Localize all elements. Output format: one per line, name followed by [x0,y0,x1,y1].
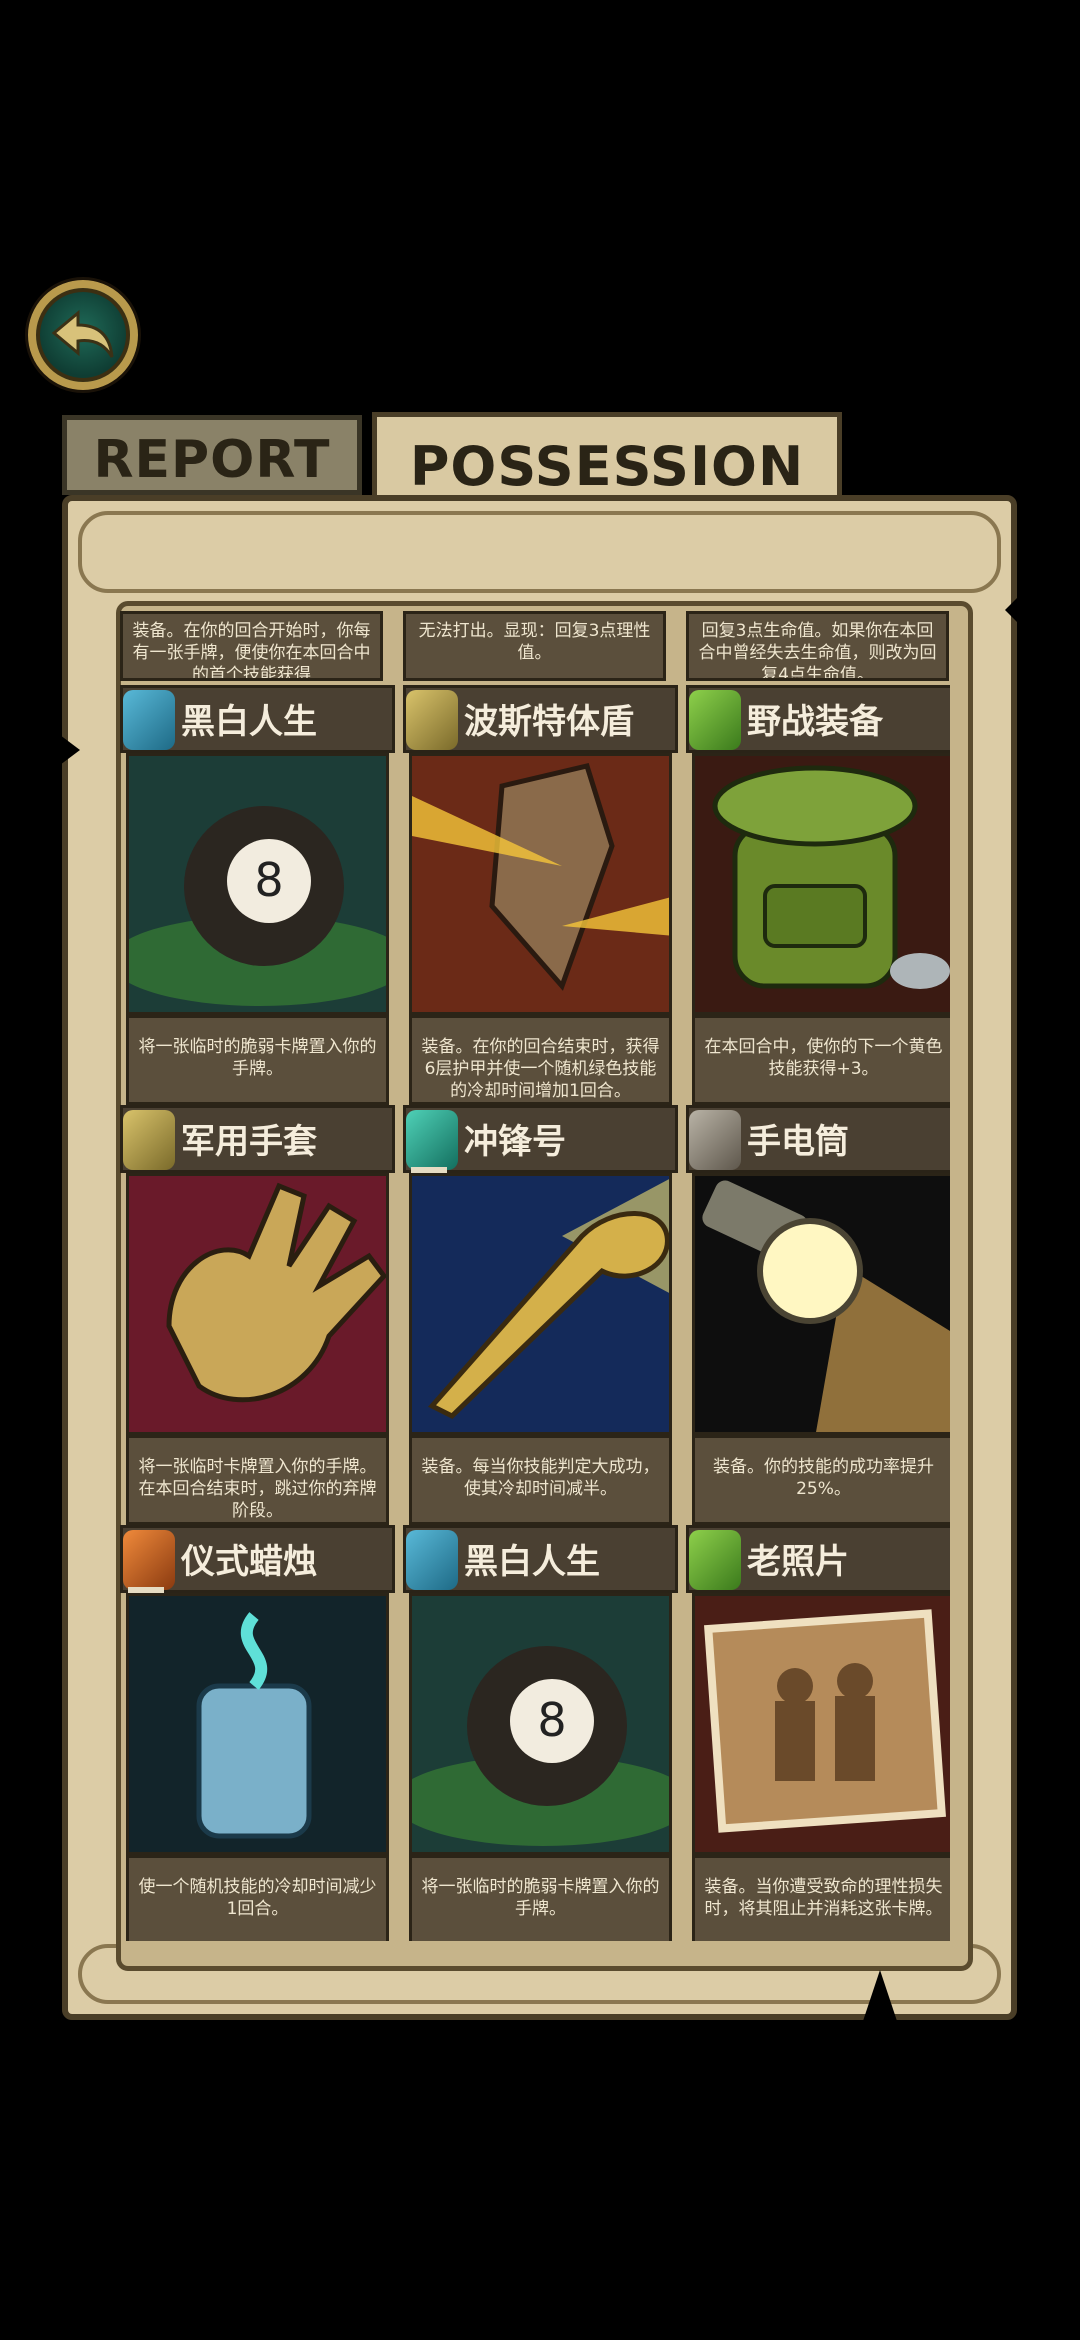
card-art-old-photo [692,1593,950,1855]
flame-icon [123,1530,175,1590]
shield-icon [689,1530,741,1590]
card[interactable]: 黑白人生 8 将一张临时的脆弱卡牌置入你的手牌。 [120,685,395,1105]
card-description: 在本回合中，使你的下一个黄色技能获得+3。 [692,1015,950,1105]
infinity-icon [406,690,458,750]
card[interactable]: 仪式蜡烛 1 使一个随机技能的冷却时间减少1回合。 [120,1525,395,1941]
card-name: 仪式蜡烛 [181,1542,317,1582]
card-description: 装备。在你的回合结束时，获得6层护甲并使一个随机绿色技能的冷却时间增加1回合。 [409,1015,672,1105]
card-description: 将一张临时的脆弱卡牌置入你的手牌。 [409,1855,672,1941]
partial-card-description: 装备。在你的回合开始时，你每有一张手牌，便使你在本回合中的首个技能获得 [120,611,383,681]
possession-panel: 装备。在你的回合开始时，你每有一张手牌，便使你在本回合中的首个技能获得 无法打出… [62,495,1017,2020]
partial-card-description: 回复3点生命值。如果你在本回合中曾经失去生命值，则改为回复4点生命值。 [686,611,949,681]
card-name: 波斯特体盾 [464,702,634,742]
card-art-candle [126,1593,389,1855]
card-name: 手电筒 [747,1122,849,1162]
panel-frame-top [78,511,1001,593]
music-note-icon [406,1110,458,1170]
card[interactable]: 手电筒 装备。你的技能的成功率提升25%。 [686,1105,950,1525]
card-description: 装备。你的技能的成功率提升25%。 [692,1435,950,1525]
card-art-eight-ball: 8 [126,753,389,1015]
card[interactable]: 黑白人生 8 将一张临时的脆弱卡牌置入你的手牌。 [403,1525,678,1941]
card-description: 将一张临时卡牌置入你的手牌。在本回合结束时，跳过你的弃牌阶段。 [126,1435,389,1525]
card-art-shield [409,753,672,1015]
lightning-icon [123,690,175,750]
card-title-bar: 仪式蜡烛 [120,1525,395,1593]
svg-text:8: 8 [537,1693,566,1747]
back-button[interactable] [28,280,138,390]
card-art-eight-ball: 8 [409,1593,672,1855]
partial-card-description: 无法打出。显现：回复3点理性值。 [403,611,666,681]
infinity-icon [123,1110,175,1170]
card-art-backpack [692,753,950,1015]
back-arrow-icon [51,309,114,358]
card-name: 黑白人生 [464,1542,600,1582]
card-title-bar: 野战装备 [686,685,950,753]
card-name: 黑白人生 [181,702,317,742]
card-name: 野战装备 [747,702,883,742]
card-art-flashlight [692,1173,950,1435]
shield-icon [689,690,741,750]
card-title-bar: 军用手套 [120,1105,395,1173]
card-grid[interactable]: 装备。在你的回合开始时，你每有一张手牌，便使你在本回合中的首个技能获得 无法打出… [120,611,950,1941]
card-description: 将一张临时的脆弱卡牌置入你的手牌。 [126,1015,389,1105]
card-title-bar: 手电筒 [686,1105,950,1173]
card[interactable]: 军用手套 将一张临时卡牌置入你的手牌。在本回合结束时，跳过你的弃牌阶段。 [120,1105,395,1525]
card[interactable]: 冲锋号 2 装备。每当你技能判定大成功，使其冷却时间减半。 [403,1105,678,1525]
card-title-bar: 冲锋号 [403,1105,678,1173]
card-description: 装备。每当你技能判定大成功，使其冷却时间减半。 [409,1435,672,1525]
card-description: 装备。当你遭受致命的理性损失时，将其阻止并消耗这张卡牌。 [692,1855,950,1941]
card[interactable]: 波斯特体盾 装备。在你的回合结束时，获得6层护甲并使一个随机绿色技能的冷却时间增… [403,685,678,1105]
card-description: 使一个随机技能的冷却时间减少1回合。 [126,1855,389,1941]
lightning-icon [406,1530,458,1590]
svg-text:8: 8 [254,853,283,907]
card-art-bugle [409,1173,672,1435]
card-name: 冲锋号 [464,1122,566,1162]
tab-report[interactable]: REPORT [62,415,362,495]
card-title-bar: 老照片 [686,1525,950,1593]
card-art-glove [126,1173,389,1435]
card[interactable]: 野战装备 在本回合中，使你的下一个黄色技能获得+3。 [686,685,950,1105]
card-name: 军用手套 [181,1122,317,1162]
card[interactable]: 老照片 装备。当你遭受致命的理性损失时，将其阻止并消耗这张卡牌。 [686,1525,950,1941]
gem-icon [689,1110,741,1170]
card-title-bar: 黑白人生 [403,1525,678,1593]
card-title-bar: 黑白人生 [120,685,395,753]
card-name: 老照片 [747,1542,849,1582]
card-title-bar: 波斯特体盾 [403,685,678,753]
